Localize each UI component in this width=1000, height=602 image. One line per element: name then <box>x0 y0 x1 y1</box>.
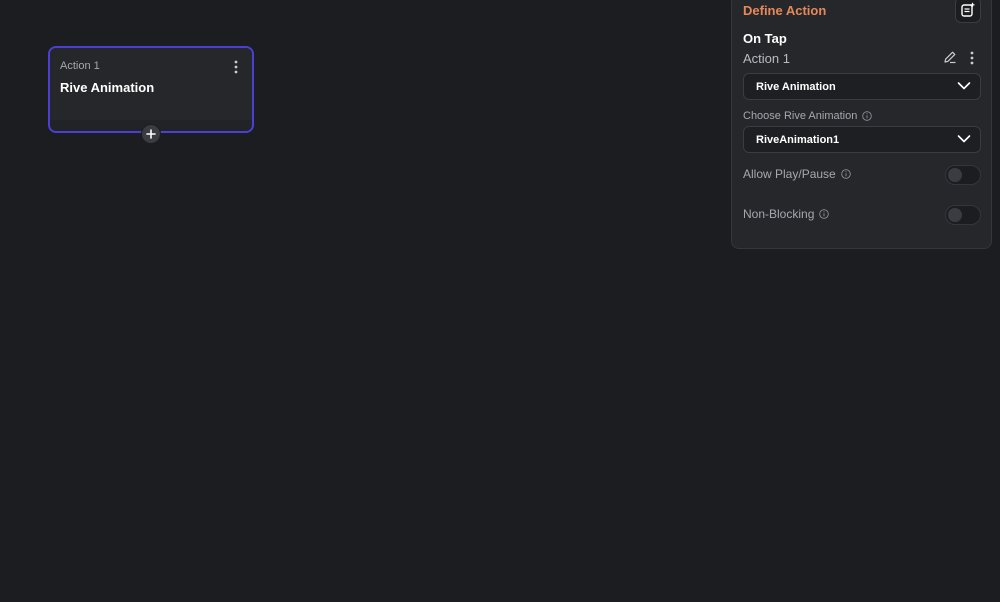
toggle-knob <box>948 168 962 182</box>
action-type-select[interactable]: Rive Animation <box>743 73 981 100</box>
chevron-down-icon <box>957 135 971 143</box>
define-action-panel: Define Action On Tap Action 1 Rive Anima… <box>731 0 992 249</box>
rive-animation-value: RiveAnimation1 <box>756 134 840 146</box>
action-node-card[interactable]: Action 1 Rive Animation <box>48 46 254 133</box>
more-vertical-icon[interactable] <box>968 51 976 65</box>
action-name: Action 1 <box>743 51 790 66</box>
note-add-icon <box>961 2 975 17</box>
non-blocking-label-text: Non-Blocking <box>743 207 815 221</box>
edit-icon[interactable] <box>943 50 957 64</box>
add-note-button[interactable] <box>955 0 981 23</box>
allow-play-pause-label-text: Allow Play/Pause <box>743 167 836 181</box>
trigger-label: On Tap <box>743 31 787 46</box>
non-blocking-toggle[interactable] <box>945 205 981 225</box>
allow-play-pause-label: Allow Play/Pause <box>743 167 851 181</box>
panel-title: Define Action <box>743 3 827 18</box>
action-type-value: Rive Animation <box>756 81 836 93</box>
plus-icon <box>146 129 156 139</box>
non-blocking-label: Non-Blocking <box>743 207 830 221</box>
more-vertical-icon[interactable] <box>232 60 240 74</box>
add-action-button[interactable] <box>141 124 161 144</box>
allow-play-pause-toggle[interactable] <box>945 165 981 185</box>
chevron-down-icon <box>957 82 971 90</box>
action-node-title: Rive Animation <box>60 80 155 95</box>
flow-canvas[interactable]: Action 1 Rive Animation Define Action On… <box>0 0 1000 602</box>
rive-animation-select[interactable]: RiveAnimation1 <box>743 126 981 153</box>
info-icon[interactable] <box>862 111 873 121</box>
toggle-knob <box>948 208 962 222</box>
choose-animation-label: Choose Rive Animation <box>743 110 873 122</box>
choose-animation-label-text: Choose Rive Animation <box>743 110 858 122</box>
info-icon[interactable] <box>840 169 851 179</box>
info-icon[interactable] <box>819 209 830 219</box>
action-node-subtitle: Action 1 <box>60 60 100 72</box>
